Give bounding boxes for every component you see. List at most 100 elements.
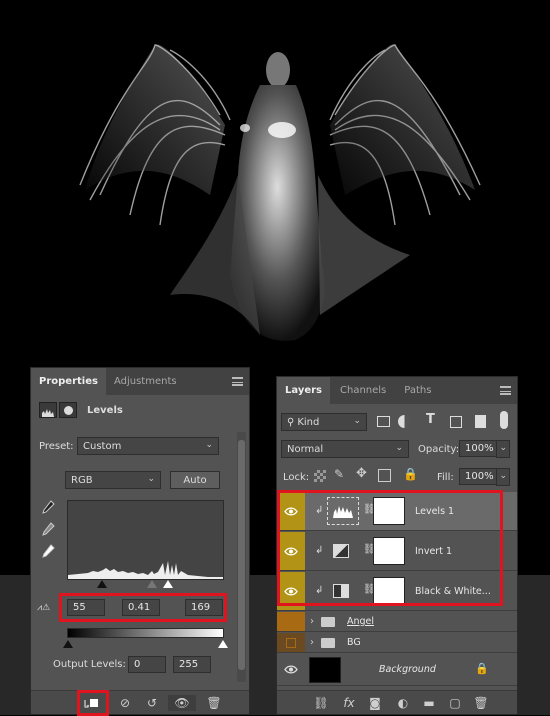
tab-layers[interactable]: Layers: [277, 377, 330, 404]
layer-row-background[interactable]: Background 🔒: [277, 654, 517, 686]
layer-style-fx-icon[interactable]: fx: [341, 695, 357, 711]
black-input-handle[interactable]: [97, 580, 107, 588]
trash-icon[interactable]: 🗑: [473, 695, 489, 711]
new-layer-icon[interactable]: ▢: [447, 695, 463, 711]
layer-row-invert-1[interactable]: ↲ ⛓ Invert 1: [277, 532, 517, 571]
chevron-down-icon: ⌄: [499, 443, 507, 453]
angel-artwork: [79, 44, 481, 341]
chevron-down-icon: ⌄: [395, 443, 403, 453]
preset-label: Preset:: [39, 441, 74, 452]
gray-input-handle[interactable]: [147, 580, 157, 588]
input-gamma-field[interactable]: 0.41: [122, 599, 160, 616]
output-white-handle[interactable]: [218, 640, 228, 648]
new-group-icon[interactable]: ▬: [421, 695, 437, 711]
clip-to-layer-icon[interactable]: [83, 695, 99, 711]
reset-icon[interactable]: ↺: [144, 695, 160, 711]
opacity-slider-toggle[interactable]: ⌄: [496, 440, 510, 458]
filter-kind-value: Kind: [297, 416, 320, 428]
output-gradient: [67, 628, 224, 638]
visibility-toggle[interactable]: [277, 612, 305, 631]
chevron-right-icon[interactable]: ›: [310, 637, 314, 648]
gray-point-eyedropper-icon[interactable]: [41, 522, 55, 538]
tab-adjustments[interactable]: Adjustments: [106, 368, 185, 395]
tab-paths[interactable]: Paths: [396, 377, 439, 404]
panel-menu-icon[interactable]: [500, 386, 511, 395]
layer-mask-thumbnail[interactable]: [373, 577, 405, 605]
view-previous-state-icon[interactable]: ⊘: [117, 695, 133, 711]
filter-adjustment-icon[interactable]: [398, 415, 411, 428]
lock-label: Lock:: [283, 472, 310, 483]
layer-group-bg[interactable]: › BG: [277, 633, 517, 653]
levels-header: Levels: [39, 402, 123, 418]
layer-name[interactable]: Invert 1: [415, 546, 452, 557]
color-label-icon: [286, 637, 296, 648]
levels-adjustment-icon: [39, 402, 57, 418]
filter-shape-icon[interactable]: [450, 416, 462, 428]
channel-dropdown[interactable]: RGB ⌄: [65, 471, 161, 489]
lock-artboard-icon[interactable]: [378, 469, 391, 482]
output-white-field[interactable]: 255: [173, 656, 211, 673]
lock-position-icon[interactable]: ✥: [356, 466, 367, 481]
fill-label: Fill:: [437, 472, 454, 483]
eye-icon[interactable]: [277, 492, 305, 530]
layer-mask-thumbnail[interactable]: [373, 497, 405, 525]
tab-channels[interactable]: Channels: [330, 377, 396, 404]
visibility-toggle[interactable]: [277, 633, 305, 652]
output-black-field[interactable]: 0: [128, 656, 166, 673]
opacity-field[interactable]: 100%: [459, 440, 497, 457]
input-black-field[interactable]: 55: [67, 599, 105, 616]
lock-paint-icon[interactable]: ✎: [334, 467, 344, 481]
eye-icon[interactable]: [277, 654, 305, 685]
filter-toggle-icon[interactable]: [500, 411, 508, 429]
white-point-eyedropper-icon[interactable]: [41, 544, 55, 560]
fill-field[interactable]: 100%: [459, 468, 497, 485]
layer-name[interactable]: Background: [379, 664, 436, 675]
input-white-field[interactable]: 169: [185, 599, 223, 616]
trash-icon[interactable]: 🗑: [206, 695, 222, 711]
layer-row-levels-1[interactable]: ↲ ⛓ Levels 1: [277, 492, 517, 531]
tab-properties[interactable]: Properties: [31, 368, 106, 395]
output-levels-label: Output Levels:: [53, 659, 126, 670]
layer-mask-icon: [59, 402, 77, 418]
clipping-warning-icon[interactable]: ⩘⚠: [37, 603, 57, 615]
properties-tabbar: Properties Adjustments: [31, 368, 249, 395]
panel-menu-icon[interactable]: [232, 377, 243, 386]
filter-pixel-icon[interactable]: [377, 416, 390, 427]
filter-smart-object-icon[interactable]: [475, 415, 486, 428]
clip-arrow-icon: ↲: [315, 545, 324, 556]
eye-icon[interactable]: [277, 572, 305, 610]
fill-slider-toggle[interactable]: ⌄: [496, 468, 510, 486]
layer-name[interactable]: BG: [347, 637, 361, 648]
layers-panel: Layers Channels Paths ⚲ Kind ⌄ T Normal …: [276, 376, 518, 715]
eye-icon[interactable]: 👁: [168, 695, 196, 711]
black-point-eyedropper-icon[interactable]: [41, 500, 55, 516]
histogram: [67, 500, 224, 580]
layers-tabbar: Layers Channels Paths: [277, 377, 517, 404]
layer-name[interactable]: Levels 1: [415, 506, 454, 517]
blend-mode-dropdown[interactable]: Normal ⌄: [281, 440, 409, 458]
layer-mask-thumbnail[interactable]: [373, 537, 405, 565]
lock-transparent-icon[interactable]: [314, 470, 326, 482]
lock-all-icon[interactable]: 🔒: [403, 467, 418, 481]
chevron-down-icon: ⌄: [147, 474, 155, 484]
preset-dropdown[interactable]: Custom ⌄: [77, 437, 219, 455]
layer-thumbnail[interactable]: [309, 657, 341, 683]
properties-scrollbar[interactable]: [237, 432, 246, 682]
chevron-right-icon[interactable]: ›: [310, 616, 314, 627]
layer-row-black-white[interactable]: ↲ ⛓ Black & White...: [277, 572, 517, 611]
filter-kind-dropdown[interactable]: ⚲ Kind ⌄: [281, 413, 367, 431]
auto-button[interactable]: Auto: [170, 471, 220, 489]
layer-group-angel[interactable]: › Angel: [277, 612, 517, 632]
filter-type-icon[interactable]: T: [426, 412, 435, 427]
link-layers-icon[interactable]: ⛓: [313, 695, 329, 711]
scrollbar-thumb[interactable]: [238, 440, 245, 670]
input-slider-track[interactable]: [67, 580, 224, 590]
add-mask-icon[interactable]: ◙: [367, 695, 383, 711]
output-black-handle[interactable]: [63, 640, 73, 648]
clip-arrow-icon: ↲: [315, 585, 324, 596]
white-input-handle[interactable]: [163, 580, 173, 588]
layer-name[interactable]: Angel: [347, 616, 374, 627]
new-adjustment-layer-icon[interactable]: ◐: [395, 695, 411, 711]
layer-name[interactable]: Black & White...: [415, 586, 491, 597]
eye-icon[interactable]: [277, 532, 305, 570]
